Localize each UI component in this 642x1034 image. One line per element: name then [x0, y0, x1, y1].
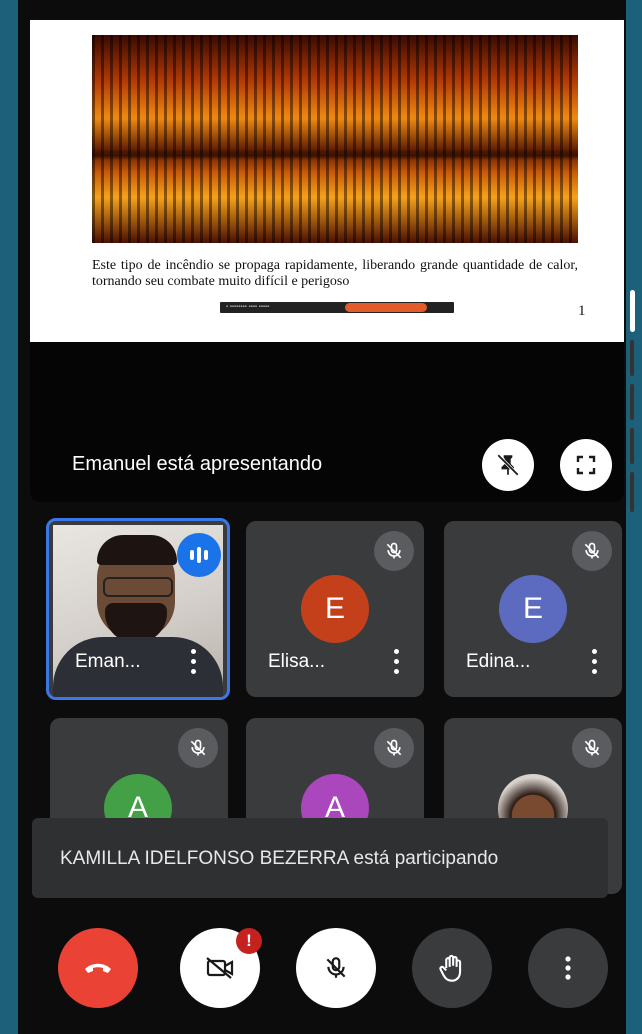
participant-tile[interactable]: E Edina...	[444, 521, 622, 697]
participant-name: Elisa...	[268, 651, 326, 672]
more-vert-icon	[565, 956, 571, 980]
scrollbar-track-segment	[630, 340, 634, 376]
participant-options-button[interactable]	[394, 649, 400, 675]
camera-off-icon	[206, 957, 234, 979]
mic-off-icon	[386, 542, 402, 559]
speaking-indicator	[177, 533, 221, 577]
mic-off-icon	[326, 957, 346, 978]
scrollbar-track-segment	[630, 428, 634, 464]
mic-off-indicator	[374, 531, 414, 571]
slide-caption: Este tipo de incêndio se propaga rapidam…	[92, 258, 578, 289]
fullscreen-button[interactable]	[560, 439, 612, 491]
slide-page-number: 1	[578, 303, 586, 319]
presented-slide: Este tipo de incêndio se propaga rapidam…	[30, 20, 624, 342]
participant-avatar: E	[499, 575, 567, 643]
participant-options-button[interactable]	[191, 649, 197, 675]
scrollbar-track-segment	[630, 472, 634, 512]
audio-level-icon	[190, 547, 208, 563]
forest-fire-image	[92, 35, 578, 243]
join-notification-toast: KAMILLA IDELFONSO BEZERRA está participa…	[32, 818, 608, 898]
person-glasses	[103, 577, 173, 597]
fullscreen-icon	[576, 455, 596, 475]
microphone-toggle-button[interactable]	[296, 928, 376, 1008]
mic-off-icon	[584, 542, 600, 559]
share-notice-text: ▪ ▪▪▪▪▪▪▪▪ ▪▪▪▪ ▪▪▪▪▪	[226, 304, 270, 310]
scrollbar-thumb[interactable]	[630, 290, 635, 332]
mic-off-indicator	[572, 728, 612, 768]
unpin-icon	[497, 454, 519, 476]
participant-options-button[interactable]	[592, 649, 598, 675]
hang-up-icon	[85, 963, 111, 973]
stop-sharing-pill	[345, 303, 427, 312]
end-call-button[interactable]	[58, 928, 138, 1008]
mic-off-indicator	[572, 531, 612, 571]
camera-alert-badge: !	[236, 928, 262, 954]
participant-name: Edina...	[466, 651, 531, 672]
mic-off-icon	[584, 739, 600, 756]
hand-icon	[439, 954, 462, 982]
participant-tile[interactable]: E Elisa...	[246, 521, 424, 697]
participant-avatar: E	[301, 575, 369, 643]
participant-name: Eman...	[75, 651, 141, 672]
mic-off-indicator	[374, 728, 414, 768]
participant-tile-speaking[interactable]: Eman...	[46, 518, 230, 700]
scrollbar-track-segment	[630, 384, 634, 420]
more-options-button[interactable]	[528, 928, 608, 1008]
mic-off-icon	[190, 739, 206, 756]
raise-hand-button[interactable]	[412, 928, 492, 1008]
camera-alert-badge-text: !	[246, 931, 252, 950]
mic-off-icon	[386, 739, 402, 756]
join-notification-text: KAMILLA IDELFONSO BEZERRA está participa…	[60, 848, 499, 869]
unpin-button[interactable]	[482, 439, 534, 491]
presenting-label: Emanuel está apresentando	[72, 453, 323, 475]
mic-off-indicator	[178, 728, 218, 768]
person-hair	[97, 535, 177, 565]
slide-share-notice-bar: ▪ ▪▪▪▪▪▪▪▪ ▪▪▪▪ ▪▪▪▪▪	[220, 302, 454, 313]
